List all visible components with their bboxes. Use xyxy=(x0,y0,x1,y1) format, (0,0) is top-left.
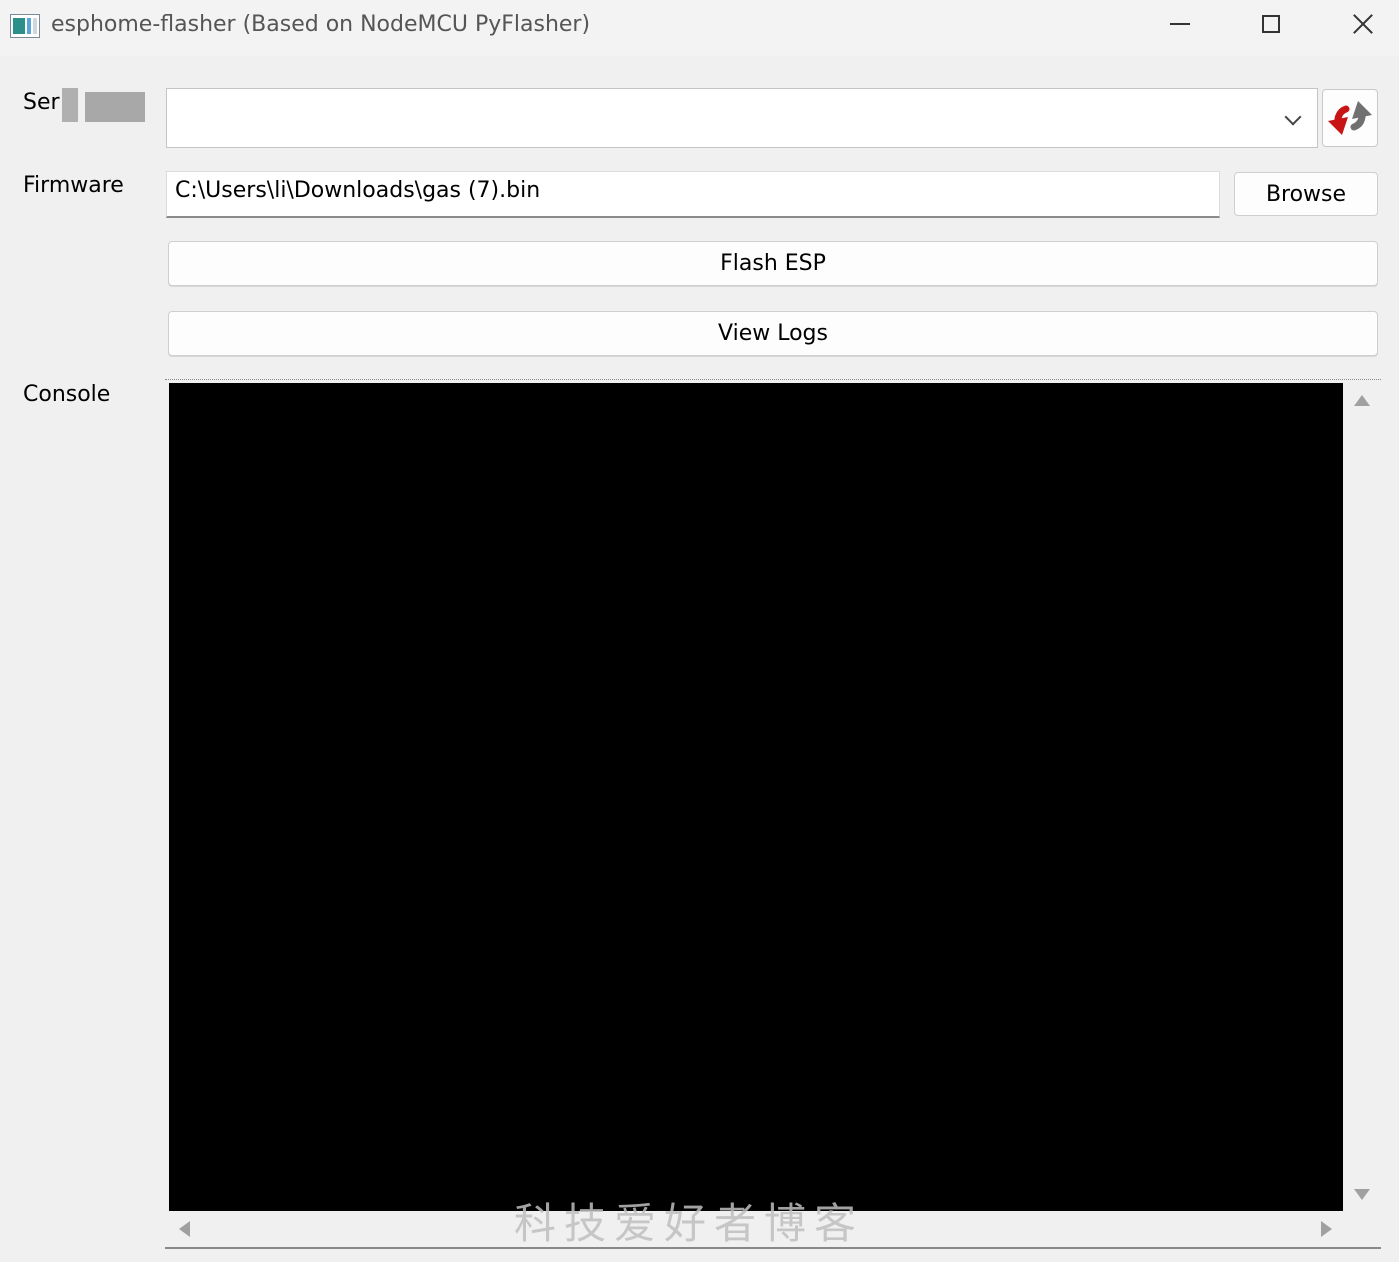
close-button[interactable] xyxy=(1317,0,1399,52)
redaction-block xyxy=(62,88,78,122)
close-icon xyxy=(1352,13,1374,35)
scroll-left-icon[interactable] xyxy=(179,1221,190,1237)
app-window: esphome-flasher (Based on NodeMCU PyFlas… xyxy=(0,0,1399,1262)
chevron-down-icon[interactable] xyxy=(1284,108,1302,126)
flash-esp-button[interactable]: Flash ESP xyxy=(168,241,1378,286)
serial-port-dropdown[interactable] xyxy=(166,88,1318,148)
watermark: 科技爱好者博客 xyxy=(514,1199,865,1248)
app-icon[interactable] xyxy=(10,14,40,38)
redaction-block xyxy=(85,92,145,122)
firmware-path-input[interactable]: C:\Users\li\Downloads\gas (7).bin xyxy=(166,171,1220,218)
firmware-label: Firmware xyxy=(23,173,124,198)
scroll-down-icon[interactable] xyxy=(1354,1189,1370,1200)
refresh-ports-button[interactable] xyxy=(1322,89,1378,147)
refresh-icon xyxy=(1328,101,1372,135)
console-label: Console xyxy=(23,382,111,407)
minimize-button[interactable] xyxy=(1134,0,1226,52)
minimize-icon xyxy=(1170,23,1190,25)
console-vertical-scrollbar[interactable] xyxy=(1343,383,1379,1211)
scroll-up-icon[interactable] xyxy=(1354,395,1370,406)
browse-button[interactable]: Browse xyxy=(1234,172,1378,216)
window-title: esphome-flasher (Based on NodeMCU PyFlas… xyxy=(51,12,591,37)
maximize-button[interactable] xyxy=(1225,0,1317,52)
serial-port-label: Ser xyxy=(23,90,60,115)
title-bar[interactable]: esphome-flasher (Based on NodeMCU PyFlas… xyxy=(0,0,1399,56)
maximize-icon xyxy=(1262,15,1280,33)
scroll-right-icon[interactable] xyxy=(1321,1221,1332,1237)
view-logs-button[interactable]: View Logs xyxy=(168,311,1378,356)
console-output[interactable] xyxy=(169,383,1343,1211)
